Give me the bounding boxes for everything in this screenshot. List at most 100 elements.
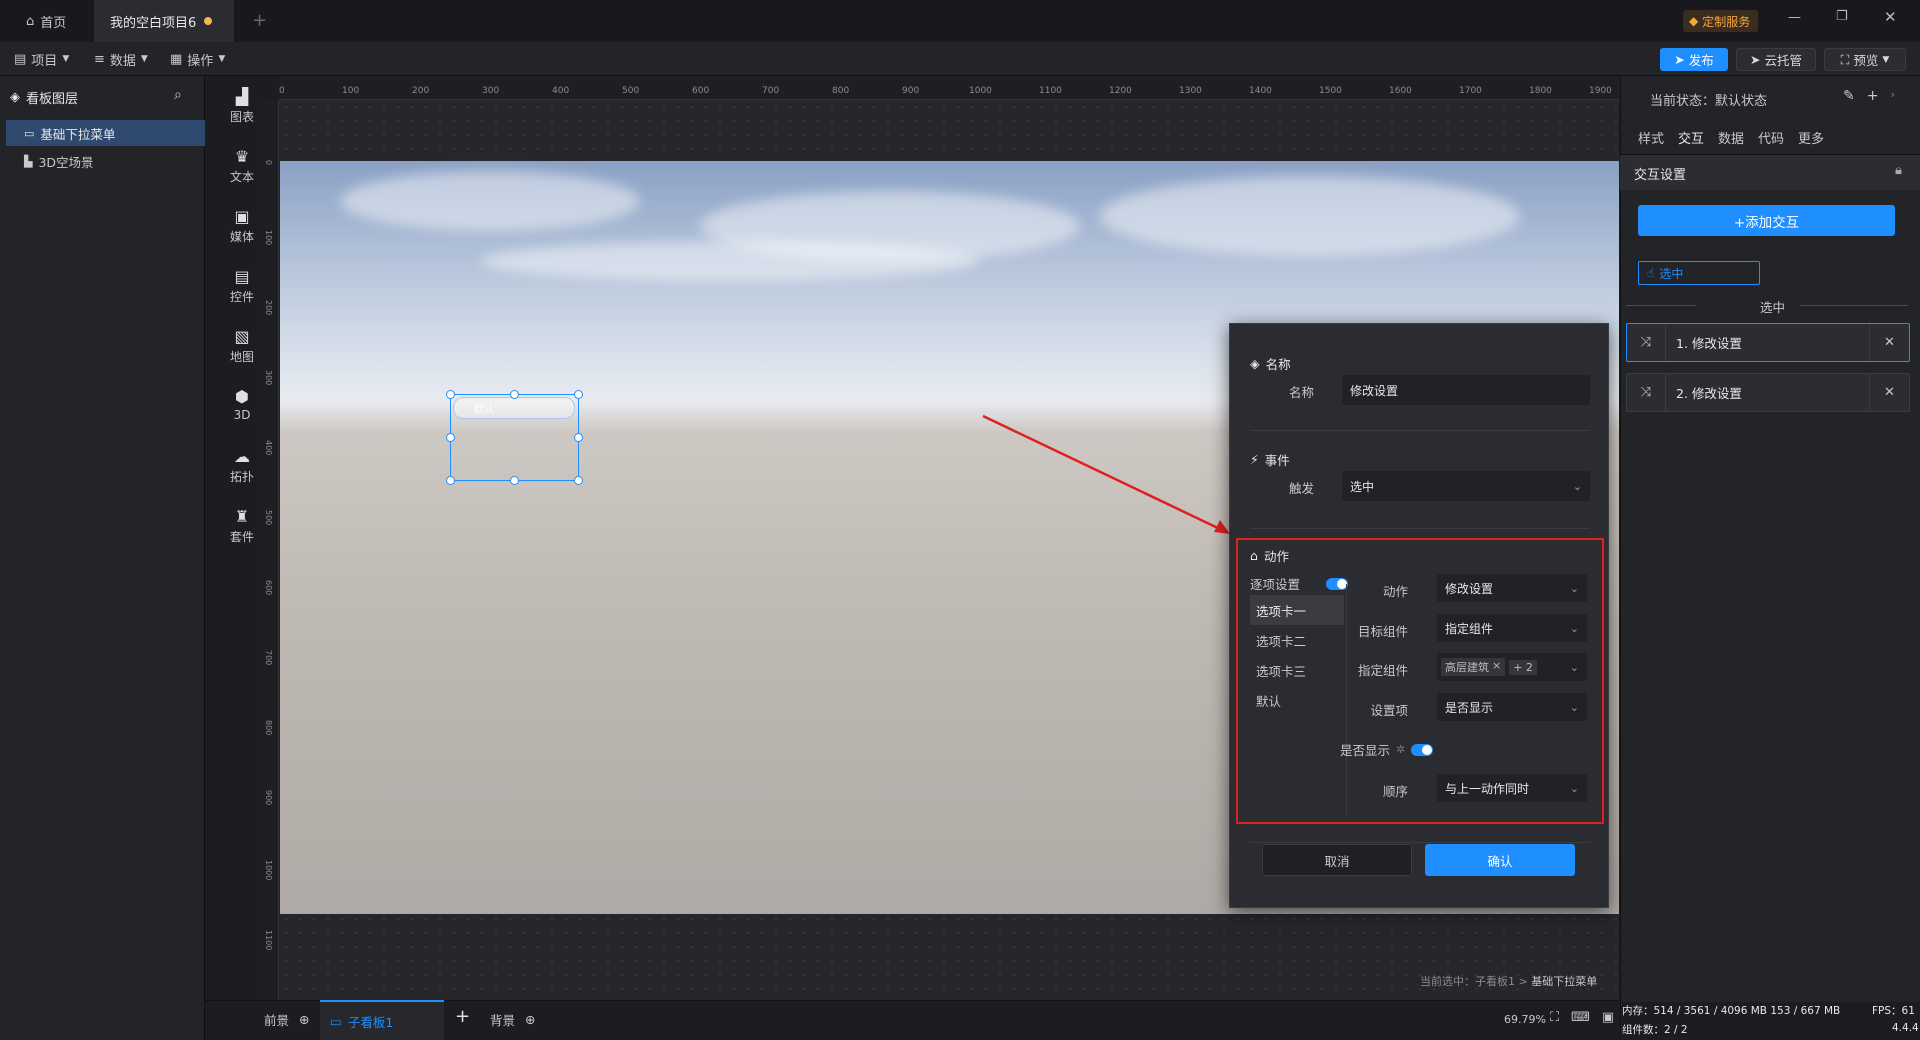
event-chip[interactable]: ☝ 选中 [1638,261,1760,285]
map-icon: ▧ [234,327,250,346]
option-item[interactable]: 选项卡一 [1250,595,1344,625]
menu-data[interactable]: ≡ 数据 ▼ [88,42,154,76]
grid-icon: ▦ [170,51,183,67]
tab-more[interactable]: 更多 [1798,128,1824,147]
resize-handle[interactable] [446,476,455,485]
name-section: ◈ 名称 [1250,356,1291,372]
interaction-item[interactable]: ⤨ 1. 修改设置 ✕ [1626,323,1910,362]
add-circle-icon[interactable]: ⊕ [525,1012,535,1027]
tab-data[interactable]: 数据 [1718,128,1744,147]
ruler-label: 1700 [1459,86,1482,96]
restore-icon[interactable]: ❐ [1836,9,1848,24]
divider [1346,584,1347,814]
per-option-row: 逐项设置 [1250,574,1349,593]
background-tab[interactable]: 背景 ⊕ [490,1010,536,1029]
scene-icon: ▙ [24,154,33,168]
add-interaction-button[interactable]: +添加交互 [1638,205,1895,236]
cancel-button[interactable]: 取消 [1262,844,1412,876]
resize-handle[interactable] [510,476,519,485]
ruler-label: 800 [832,86,850,96]
option-item[interactable]: 选项卡二 [1250,625,1344,655]
resize-handle[interactable] [446,433,455,442]
resize-handle[interactable] [574,433,583,442]
search-icon[interactable]: ⌕ [174,87,182,103]
dropdown-preview: 默认 [453,397,575,419]
close-icon[interactable]: × [1492,659,1501,675]
add-circle-icon[interactable]: ⊕ [299,1012,309,1027]
close-icon[interactable]: ✕ [1869,374,1909,411]
add-board-icon[interactable]: + [455,1006,470,1027]
file-icon: ▤ [14,51,27,67]
visible-toggle[interactable] [1411,743,1434,756]
setting-select[interactable]: 是否显示 ⌄ [1437,693,1587,721]
tab-project[interactable]: 我的空白项目6 [94,0,234,42]
ruler-label: 600 [264,580,273,596]
confirm-button[interactable]: 确认 [1425,844,1575,876]
terminal-icon[interactable]: ▣ [1602,1010,1614,1025]
preview-button[interactable]: ⛶ 预览 ▼ [1824,48,1906,71]
close-window-icon[interactable]: ✕ [1884,8,1897,26]
ruler-label: 400 [264,440,273,456]
plus-icon[interactable]: + [1867,88,1879,104]
tab-home[interactable]: ⌂ 首页 [10,0,92,42]
tab-style[interactable]: 样式 [1638,128,1664,147]
menu-operation[interactable]: ▦ 操作 ▼ [164,42,231,76]
minimize-icon[interactable]: — [1788,10,1801,25]
title-bar [0,0,1920,42]
sub-board-tab[interactable]: ▭ 子看板1 [320,1000,444,1040]
divider [1800,305,1908,306]
ruler-label: 1400 [1249,86,1272,96]
add-tab-icon[interactable]: + [252,10,267,31]
action-select[interactable]: 修改设置 ⌄ [1437,574,1587,602]
lock-icon[interactable]: 🔒︎ [1895,163,1902,178]
ruler-label: 1000 [264,860,273,881]
resize-handle[interactable] [446,390,455,399]
fullscreen-icon: ⛶ [1840,51,1850,67]
edit-icon[interactable]: ✎ [1843,88,1855,104]
tab-interaction[interactable]: 交互 [1678,128,1705,156]
order-label: 顺序 [1382,784,1408,799]
shuffle-icon: ⤨ [1640,385,1652,400]
close-icon[interactable]: ✕ [1869,324,1909,361]
diamond-icon: ◆ [1689,14,1699,28]
name-input[interactable]: 修改设置 [1342,375,1590,405]
order-select[interactable]: 与上一动作同时 ⌄ [1437,774,1587,802]
annotation-arrow [982,414,1230,534]
tab-code[interactable]: 代码 [1758,128,1784,147]
layer-item[interactable]: ▭ 基础下拉菜单 [6,120,205,146]
fit-screen-icon[interactable]: ⛶ [1550,1010,1559,1025]
resize-handle[interactable] [574,390,583,399]
keyboard-icon[interactable]: ⌨ [1571,1010,1590,1025]
zoom-level[interactable]: 69.79% [1504,1013,1546,1026]
chevron-down-icon: ▼ [62,54,70,64]
cloud-host-button[interactable]: ➤ 云托管 [1736,48,1816,71]
publish-button[interactable]: ➤ 发布 [1660,48,1728,71]
option-item[interactable]: 选项卡三 [1250,655,1344,685]
ruler-label: 800 [264,720,273,736]
option-item[interactable]: 默认 [1250,685,1344,715]
chevron-down-icon: ⌄ [1569,781,1579,795]
divider [1626,305,1696,306]
dropdown-component-icon: ▭ [24,126,35,140]
pointer-icon: ☝ [1647,266,1655,280]
per-option-toggle[interactable] [1326,577,1349,590]
resize-handle[interactable] [574,476,583,485]
trigger-select[interactable]: 选中 ⌄ [1342,471,1590,501]
resize-handle[interactable] [510,390,519,399]
topology-icon: ☁ [234,447,250,466]
chevron-down-icon: ▼ [1882,54,1890,65]
event-divider-label: 选中 [1760,300,1786,315]
component-tag: 高层建筑 × [1441,658,1506,676]
target-select[interactable]: 指定组件 ⌄ [1437,614,1587,642]
specified-multiselect[interactable]: 高层建筑 × + 2 ⌄ [1437,653,1587,681]
custom-service-button[interactable]: ◆ 定制服务 [1683,10,1759,32]
foreground-tab[interactable]: 前景 ⊕ [264,1010,310,1029]
interaction-item[interactable]: ⤨ 2. 修改设置 ✕ [1626,373,1910,412]
layers-header: ◈ 看板图层 [10,90,79,107]
layer-item[interactable]: ▙ 3D空场景 [6,148,205,174]
selected-dropdown-widget[interactable]: 默认 [446,390,583,485]
chevron-right-icon[interactable]: › [1890,88,1894,104]
menu-project[interactable]: ▤ 项目 ▼ [8,42,75,76]
ruler-label: 1500 [1319,86,1342,96]
layers-icon: ◈ [10,90,20,105]
